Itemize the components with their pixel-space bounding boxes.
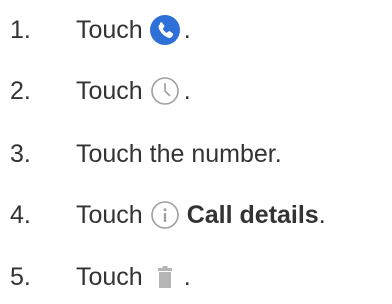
step-suffix: . bbox=[183, 76, 191, 105]
step-text: Touch . bbox=[76, 261, 191, 293]
step-number: 5. bbox=[10, 262, 31, 291]
trash-icon bbox=[149, 261, 181, 293]
step-text: Touch Call details . bbox=[76, 199, 326, 231]
step-prefix: Touch bbox=[76, 76, 143, 105]
step-text: Touch the number. bbox=[76, 139, 282, 168]
step-number: 1. bbox=[10, 15, 31, 44]
step-prefix: Touch bbox=[76, 15, 143, 44]
step-number: 4. bbox=[10, 200, 31, 229]
info-icon bbox=[149, 199, 181, 231]
phone-icon bbox=[149, 14, 181, 46]
step-suffix: . bbox=[183, 15, 191, 44]
clock-icon bbox=[149, 75, 181, 107]
step-number: 2. bbox=[10, 76, 31, 105]
step-suffix: . bbox=[318, 200, 326, 229]
step-text: Touch . bbox=[76, 14, 191, 46]
step-number: 3. bbox=[10, 139, 31, 168]
call-details-label: Call details bbox=[186, 200, 319, 229]
step-text: Touch . bbox=[76, 75, 191, 107]
step-prefix: Touch bbox=[76, 200, 143, 229]
step-suffix: . bbox=[183, 262, 191, 291]
instruction-steps: 1. Touch . 2. Touch . 3. Touch the numbe… bbox=[0, 0, 392, 304]
step-prefix: Touch bbox=[76, 262, 143, 291]
